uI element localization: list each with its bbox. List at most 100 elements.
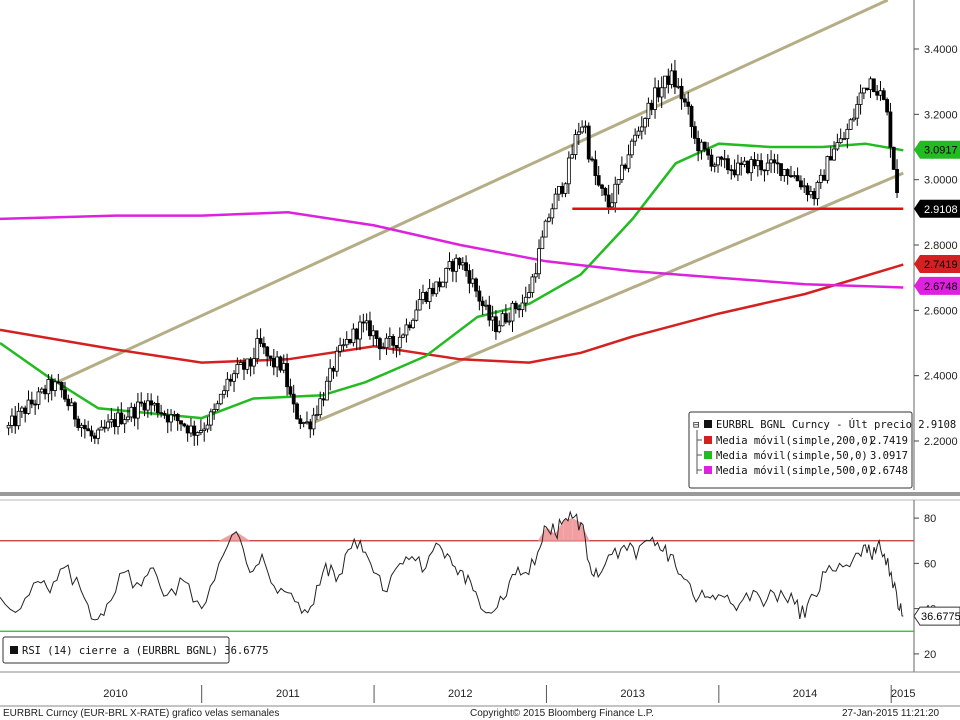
candle-body <box>225 378 230 392</box>
candle-body <box>348 338 352 344</box>
candle-body <box>871 78 876 92</box>
legend-row-label: Media móvil(simple,500,0) <box>716 465 874 477</box>
candle-body <box>729 169 734 172</box>
candle-body <box>815 182 820 200</box>
candle-body <box>404 324 409 336</box>
candle-body <box>639 126 644 132</box>
candle-body <box>484 304 488 307</box>
candle-body <box>557 186 561 195</box>
candle-body <box>616 179 621 185</box>
legend-expand-icon[interactable]: ⊟ <box>693 419 699 431</box>
footer-copyright: Copyright© 2015 Bloomberg Finance L.P. <box>470 708 654 719</box>
candle-body <box>295 403 299 420</box>
footer-description: EURBRL Curncy (EUR-BRL X-RATE) grafico v… <box>3 708 279 719</box>
candle-body <box>185 425 190 434</box>
candle-body <box>198 430 203 433</box>
candle-body <box>633 134 638 142</box>
candle-body <box>868 78 873 91</box>
candle-body <box>580 126 585 133</box>
candle-body <box>175 414 180 422</box>
candle-body <box>192 425 197 436</box>
candle-body <box>792 175 797 178</box>
candle-body <box>341 344 346 347</box>
candle-body <box>779 163 783 176</box>
candle-body <box>242 362 246 370</box>
candle-body <box>653 87 657 110</box>
candle-body <box>782 169 787 176</box>
candle-body <box>825 156 830 181</box>
candle-body <box>775 162 780 165</box>
candle-body <box>378 338 382 350</box>
candle-body <box>706 148 710 156</box>
candle-body <box>696 137 701 152</box>
candle-body <box>381 347 386 350</box>
candle-body <box>401 334 406 338</box>
candle-body <box>656 87 661 98</box>
candle-body <box>769 159 773 164</box>
candle-body <box>397 336 402 349</box>
candle-body <box>692 126 697 139</box>
candle-body <box>477 290 482 302</box>
candle-body <box>414 309 419 321</box>
candle-body <box>159 412 164 415</box>
candle-body <box>686 101 691 107</box>
candle-body <box>59 382 64 391</box>
candle-body <box>450 261 455 272</box>
candle-body <box>172 414 177 416</box>
x-year-label: 2010 <box>103 688 127 700</box>
candle-body <box>112 419 117 428</box>
candle-body <box>636 130 641 136</box>
candle-body <box>732 169 737 176</box>
candle-body <box>179 420 183 425</box>
candle-body <box>92 435 97 439</box>
candle-body <box>152 403 157 406</box>
candle-body <box>858 92 863 105</box>
candle-body <box>646 102 651 119</box>
candle-body <box>878 90 883 96</box>
candle-body <box>19 407 24 412</box>
candle-body <box>550 208 555 219</box>
candle-body <box>387 336 392 339</box>
candle-body <box>324 380 329 401</box>
candle-body <box>755 160 760 167</box>
candle-body <box>805 185 810 196</box>
candle-body <box>421 292 425 300</box>
candle-body <box>437 281 442 288</box>
candle-body <box>444 267 449 283</box>
candle-body <box>649 102 654 110</box>
candle-body <box>427 287 432 303</box>
candle-body <box>739 162 744 166</box>
candle-body <box>281 363 286 371</box>
candle-body <box>610 202 614 208</box>
tag-last-price: 2.9108 <box>924 204 958 216</box>
candle-body <box>351 328 356 344</box>
candle-body <box>354 328 359 340</box>
candle-body <box>228 378 233 382</box>
candle-body <box>795 175 800 182</box>
x-year-label: 2011 <box>276 688 300 700</box>
candle-body <box>424 292 429 303</box>
candle-body <box>799 180 803 188</box>
legend-row-label: Media móvil(simple,50,0) <box>716 450 868 462</box>
candle-body <box>308 421 313 430</box>
candle-body <box>719 156 724 160</box>
candle-body <box>33 403 38 406</box>
candle-body <box>29 399 34 405</box>
candle-body <box>285 363 289 388</box>
candle-body <box>808 191 813 196</box>
candle-body <box>573 134 578 156</box>
candle-body <box>86 428 91 432</box>
candle-body <box>517 308 522 311</box>
candle-body <box>205 424 210 430</box>
candle-body <box>288 386 293 395</box>
candle-body <box>520 302 525 310</box>
candle-body <box>494 316 498 333</box>
candle-body <box>132 406 137 419</box>
candle-body <box>619 164 624 180</box>
candle-body <box>881 90 886 100</box>
panel-separator[interactable] <box>0 492 960 496</box>
candle-body <box>563 183 568 194</box>
candle-body <box>712 164 717 167</box>
candle-body <box>258 338 263 344</box>
candle-body <box>268 355 273 359</box>
